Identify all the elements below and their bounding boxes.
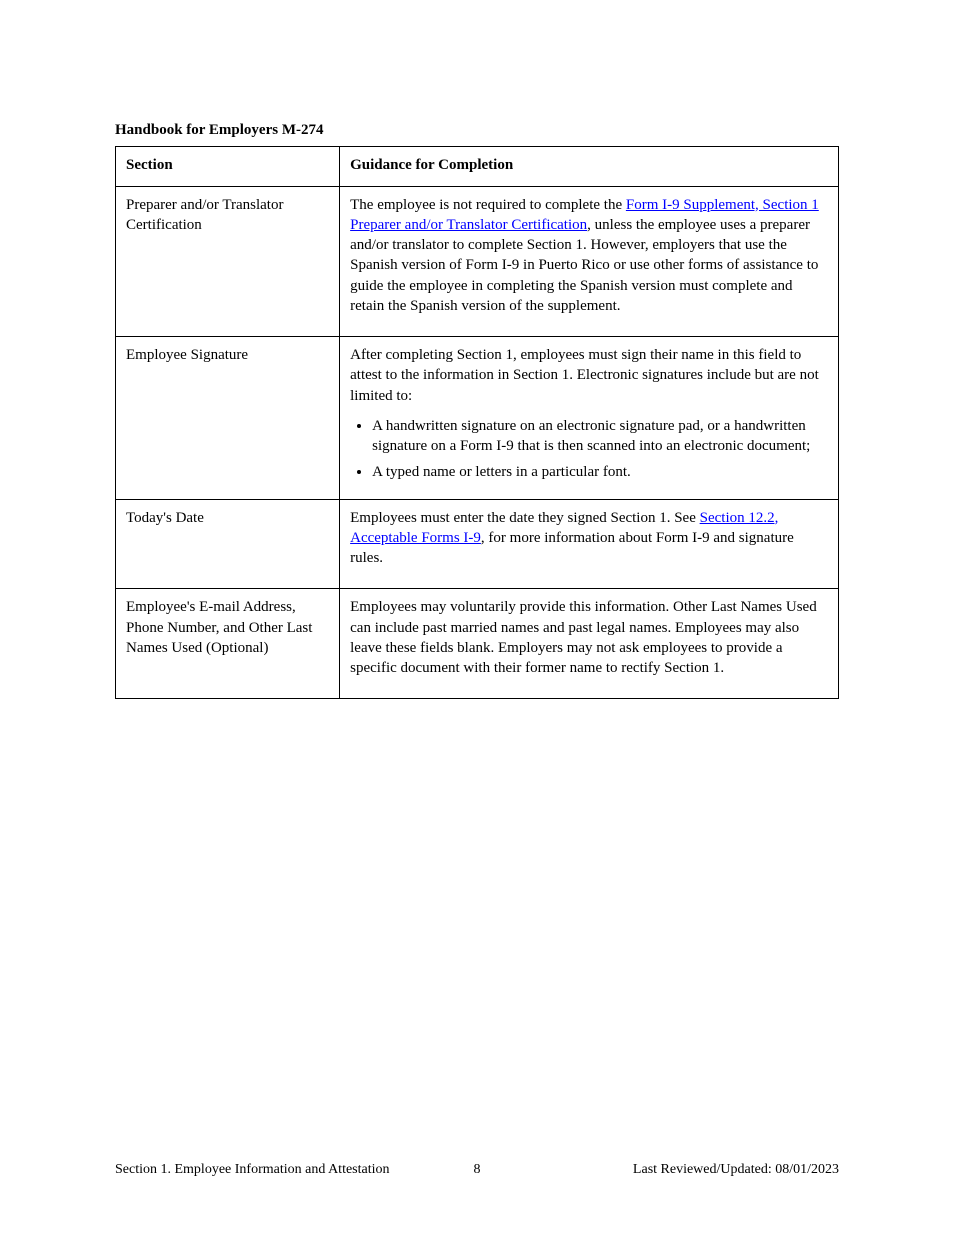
table-row: Preparer and/or Translator Certification… — [116, 186, 839, 337]
row-desc-employee-signature: After completing Section 1, employees mu… — [340, 337, 839, 500]
footer-page-number: 8 — [474, 1161, 481, 1180]
guidance-table: Section Guidance for Completion Preparer… — [115, 146, 839, 699]
row-label-employee-signature: Employee Signature — [116, 337, 340, 500]
row-desc-optional-fields: Employees may voluntarily provide this i… — [340, 589, 839, 699]
row-desc-preparer-translator: The employee is not required to complete… — [340, 186, 839, 337]
page-footer: Section 1. Employee Information and Atte… — [115, 1161, 839, 1180]
section-title: Handbook for Employers M-274 — [115, 120, 839, 140]
table-row: Employee's E-mail Address, Phone Number,… — [116, 589, 839, 699]
footer-right: Last Reviewed/Updated: 08/01/2023 — [633, 1161, 839, 1180]
list-item: A typed name or letters in a particular … — [372, 462, 828, 482]
table-header-guidance: Guidance for Completion — [340, 147, 839, 186]
row-label-preparer-translator: Preparer and/or Translator Certification — [116, 186, 340, 337]
text-intro: After completing Section 1, employees mu… — [350, 345, 828, 406]
row-desc-todays-date: Employees must enter the date they signe… — [340, 499, 839, 589]
text-fragment: Employees may voluntarily provide this i… — [350, 597, 828, 678]
table-row: Employee Signature After completing Sect… — [116, 337, 839, 500]
row-label-todays-date: Today's Date — [116, 499, 340, 589]
text-fragment: The employee is not required to complete… — [350, 197, 626, 213]
table-row: Today's Date Employees must enter the da… — [116, 499, 839, 589]
list-item: A handwritten signature on an electronic… — [372, 416, 828, 457]
text-fragment: Employees must enter the date they signe… — [350, 510, 700, 526]
signature-bullet-list: A handwritten signature on an electronic… — [350, 416, 828, 483]
footer-left: Section 1. Employee Information and Atte… — [115, 1161, 390, 1180]
row-label-optional-fields: Employee's E-mail Address, Phone Number,… — [116, 589, 340, 699]
table-header-section: Section — [116, 147, 340, 186]
